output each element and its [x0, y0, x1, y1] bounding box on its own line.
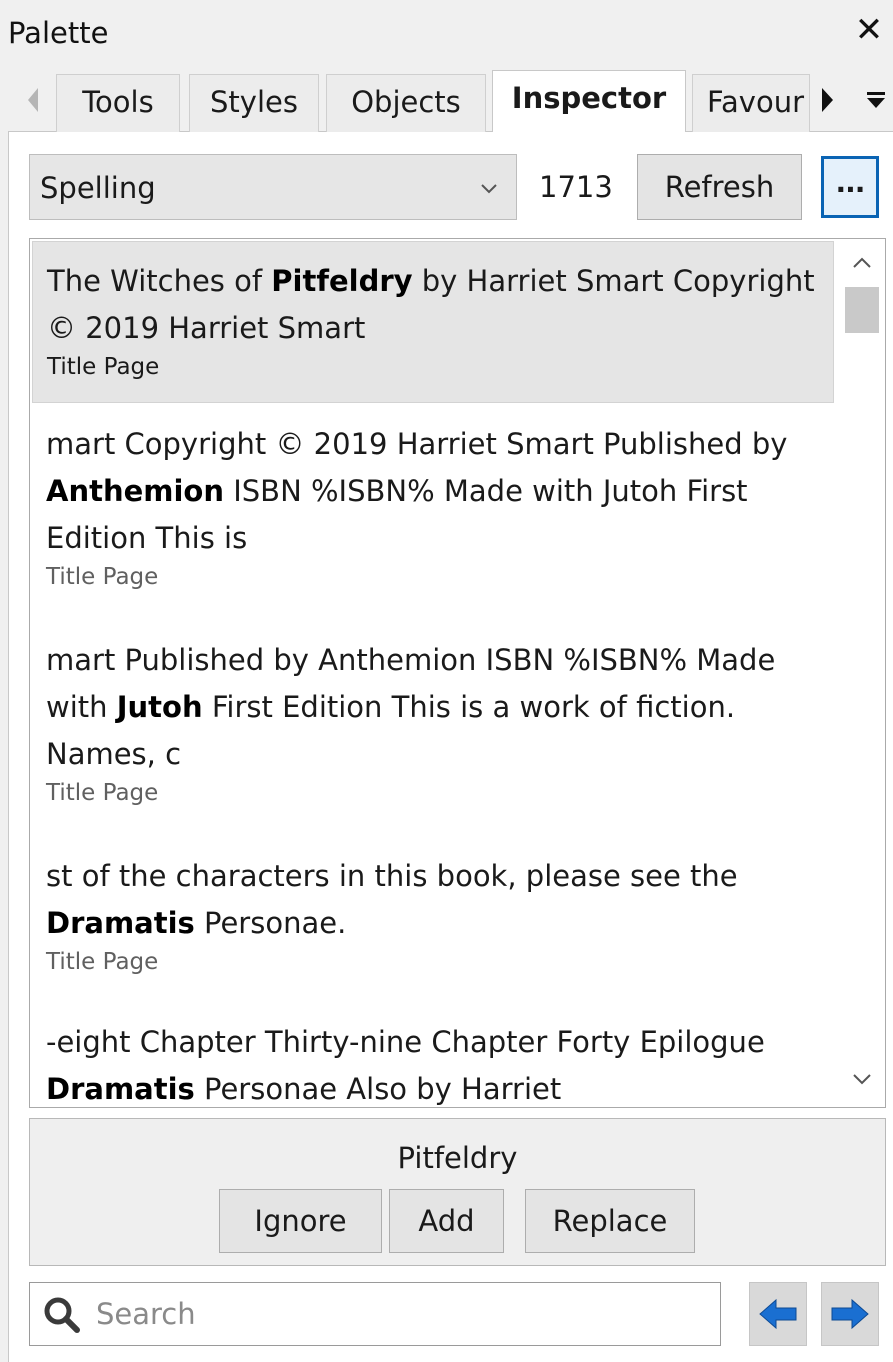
tab-objects[interactable]: Objects — [326, 74, 486, 132]
arrow-right-icon — [831, 1298, 869, 1330]
result-location: Title Page — [46, 949, 159, 975]
close-icon[interactable]: ✕ — [851, 10, 887, 50]
result-item[interactable]: mart Published by Anthemion ISBN %ISBN% … — [32, 621, 834, 833]
more-options-button[interactable]: ··· — [821, 156, 879, 218]
window-title: Palette — [8, 16, 109, 50]
palette-titlebar: Palette ✕ — [0, 0, 893, 66]
result-item[interactable]: -eight Chapter Thirty-nine Chapter Forty… — [32, 1003, 834, 1107]
error-count: 1713 — [539, 170, 613, 204]
tab-favourites[interactable]: Favour — [692, 74, 810, 132]
tab-scroll-right-icon[interactable] — [818, 84, 836, 116]
tab-scroll-left-icon[interactable] — [24, 80, 42, 120]
result-match: Pitfeldry — [271, 264, 413, 298]
add-button[interactable]: Add — [389, 1189, 504, 1253]
next-result-button[interactable] — [821, 1282, 879, 1346]
inspector-mode-select[interactable]: Spelling — [29, 154, 517, 220]
chevron-down-icon — [481, 184, 497, 194]
result-item[interactable]: st of the characters in this book, pleas… — [32, 837, 834, 1003]
scroll-thumb[interactable] — [845, 287, 879, 333]
result-item[interactable]: mart Copyright © 2019 Harriet Smart Publ… — [32, 405, 834, 617]
result-item[interactable]: The Witches of Pitfeldry by Harriet Smar… — [32, 241, 834, 403]
refresh-button[interactable]: Refresh — [637, 154, 802, 220]
inspector-panel: Spelling 1713 Refresh ··· The Witches of… — [8, 132, 893, 1362]
ignore-button[interactable]: Ignore — [219, 1189, 382, 1253]
scroll-down-icon[interactable] — [849, 1069, 875, 1089]
result-context: The Witches of Pitfeldry by Harriet Smar… — [47, 264, 815, 345]
result-context: -eight Chapter Thirty-nine Chapter Forty… — [46, 1025, 765, 1106]
tab-menu-icon[interactable] — [864, 88, 888, 112]
scroll-up-icon[interactable] — [849, 253, 875, 273]
tab-strip: Tools Styles Objects Inspector Favour — [8, 66, 893, 133]
result-context: mart Copyright © 2019 Harriet Smart Publ… — [46, 427, 788, 555]
result-context: mart Published by Anthemion ISBN %ISBN% … — [46, 643, 776, 771]
result-location: Title Page — [46, 564, 159, 590]
tab-tools[interactable]: Tools — [56, 74, 180, 132]
search-icon — [44, 1297, 80, 1333]
search-box[interactable] — [29, 1282, 721, 1346]
search-input[interactable] — [96, 1293, 706, 1335]
result-match: Dramatis — [46, 1072, 195, 1106]
result-context: st of the characters in this book, pleas… — [46, 859, 738, 940]
result-match: Jutoh — [116, 690, 203, 724]
inspector-mode-value: Spelling — [40, 171, 156, 205]
results-scrollbar[interactable] — [839, 239, 885, 1107]
results-list[interactable]: The Witches of Pitfeldry by Harriet Smar… — [29, 238, 886, 1108]
replace-button[interactable]: Replace — [525, 1189, 695, 1253]
result-location: Title Page — [46, 780, 159, 806]
spelling-action-box: Pitfeldry Ignore Add Replace — [29, 1118, 886, 1266]
previous-result-button[interactable] — [749, 1282, 807, 1346]
more-icon: ··· — [835, 173, 866, 206]
result-location: Title Page — [47, 354, 160, 380]
misspelled-word: Pitfeldry — [397, 1141, 518, 1175]
arrow-left-icon — [759, 1298, 797, 1330]
result-match: Dramatis — [46, 906, 195, 940]
tab-inspector[interactable]: Inspector — [492, 70, 686, 133]
result-match: Anthemion — [46, 474, 224, 508]
tab-styles[interactable]: Styles — [189, 74, 319, 132]
